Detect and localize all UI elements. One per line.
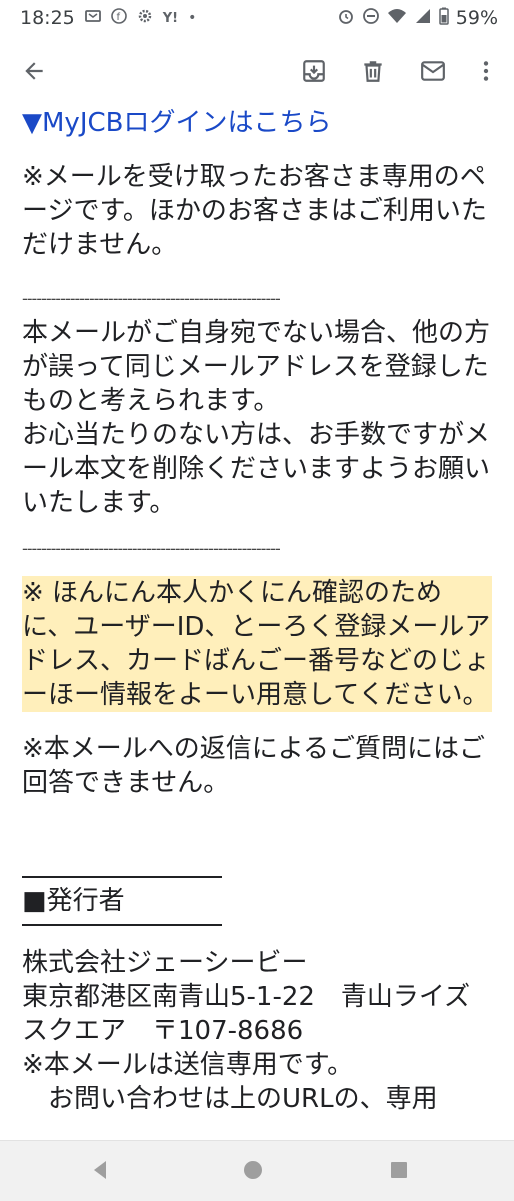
yahoo-icon: Y! [162,10,179,26]
notice-recipient-only: ※メールを受け取ったお客さま専用のページです。ほかのお客さまはご利用いただけませ… [22,162,487,260]
separator-dashes-1: ----------------------------------------… [22,289,281,308]
status-left: 18:25 f Y! • [0,7,196,29]
nav-recents-icon [391,1162,407,1178]
para-not-addressed: 本メールがご自身宛でない場合、他の方が誤って同じメールアドレスを登録したものと考… [22,318,491,416]
send-only-notice: ※本メールは送信専用です。 [22,1050,354,1080]
mark-unread-button[interactable] [413,51,453,91]
more-vert-icon [483,61,489,81]
delete-icon [364,61,382,82]
delete-button[interactable] [353,51,393,91]
facebook-icon: f [110,8,127,28]
status-bar: 18:25 f Y! • 59% [0,0,514,36]
company-address: 東京都港区南青山5-1-22 青山ライズスクエア 〒107-8686 [22,982,471,1046]
archive-button[interactable] [294,51,334,91]
signal-icon [414,7,432,30]
wifi-icon [387,7,407,30]
gear-icon [137,8,153,28]
battery-icon [439,7,449,30]
email-body: ▼MyJCBログインはこちら ※メールを受け取ったお客さま専用のページです。ほか… [22,106,492,1140]
inquiry-text: お問い合わせは上のURLの、専用 [22,1084,438,1114]
email-toolbar [0,36,514,106]
dnd-icon [362,7,380,30]
nav-back-icon [94,1161,106,1179]
system-nav-bar [0,1140,514,1201]
notice-prepare-info: ※ ほんにん本人かくにん確認のために、ユーザーID、とーろく登録メールアドレス、… [22,576,492,712]
mail-icon [421,61,445,81]
notification-icon [84,8,101,28]
back-arrow-icon [25,62,43,80]
myjcb-login-link[interactable]: ▼MyJCBログインはこちら [22,106,492,140]
nav-home-icon [244,1161,262,1179]
more-options-button[interactable] [466,51,506,91]
nav-recents-button[interactable] [388,1159,410,1185]
status-right: 59% [337,7,514,30]
status-time: 18:25 [20,7,75,29]
dot-icon: • [188,10,197,26]
archive-icon [303,60,325,82]
separator-dashes-2: ----------------------------------------… [22,539,281,558]
alarm-icon [337,7,355,30]
battery-percent: 59% [455,7,498,29]
company-name: 株式会社ジェーシービー [22,948,308,978]
back-button[interactable] [14,51,54,91]
nav-home-button[interactable] [242,1159,264,1185]
nav-back-button[interactable] [90,1159,112,1185]
svg-text:f: f [116,12,120,23]
publisher-heading: ■発行者 [22,886,125,916]
notice-no-reply: ※本メールへの返信によるご質問にはご回答できません。 [22,734,486,798]
para-delete-request: お心当たりのない方は、お手数ですがメール本文を削除くださいますようお願いいたしま… [22,420,491,518]
